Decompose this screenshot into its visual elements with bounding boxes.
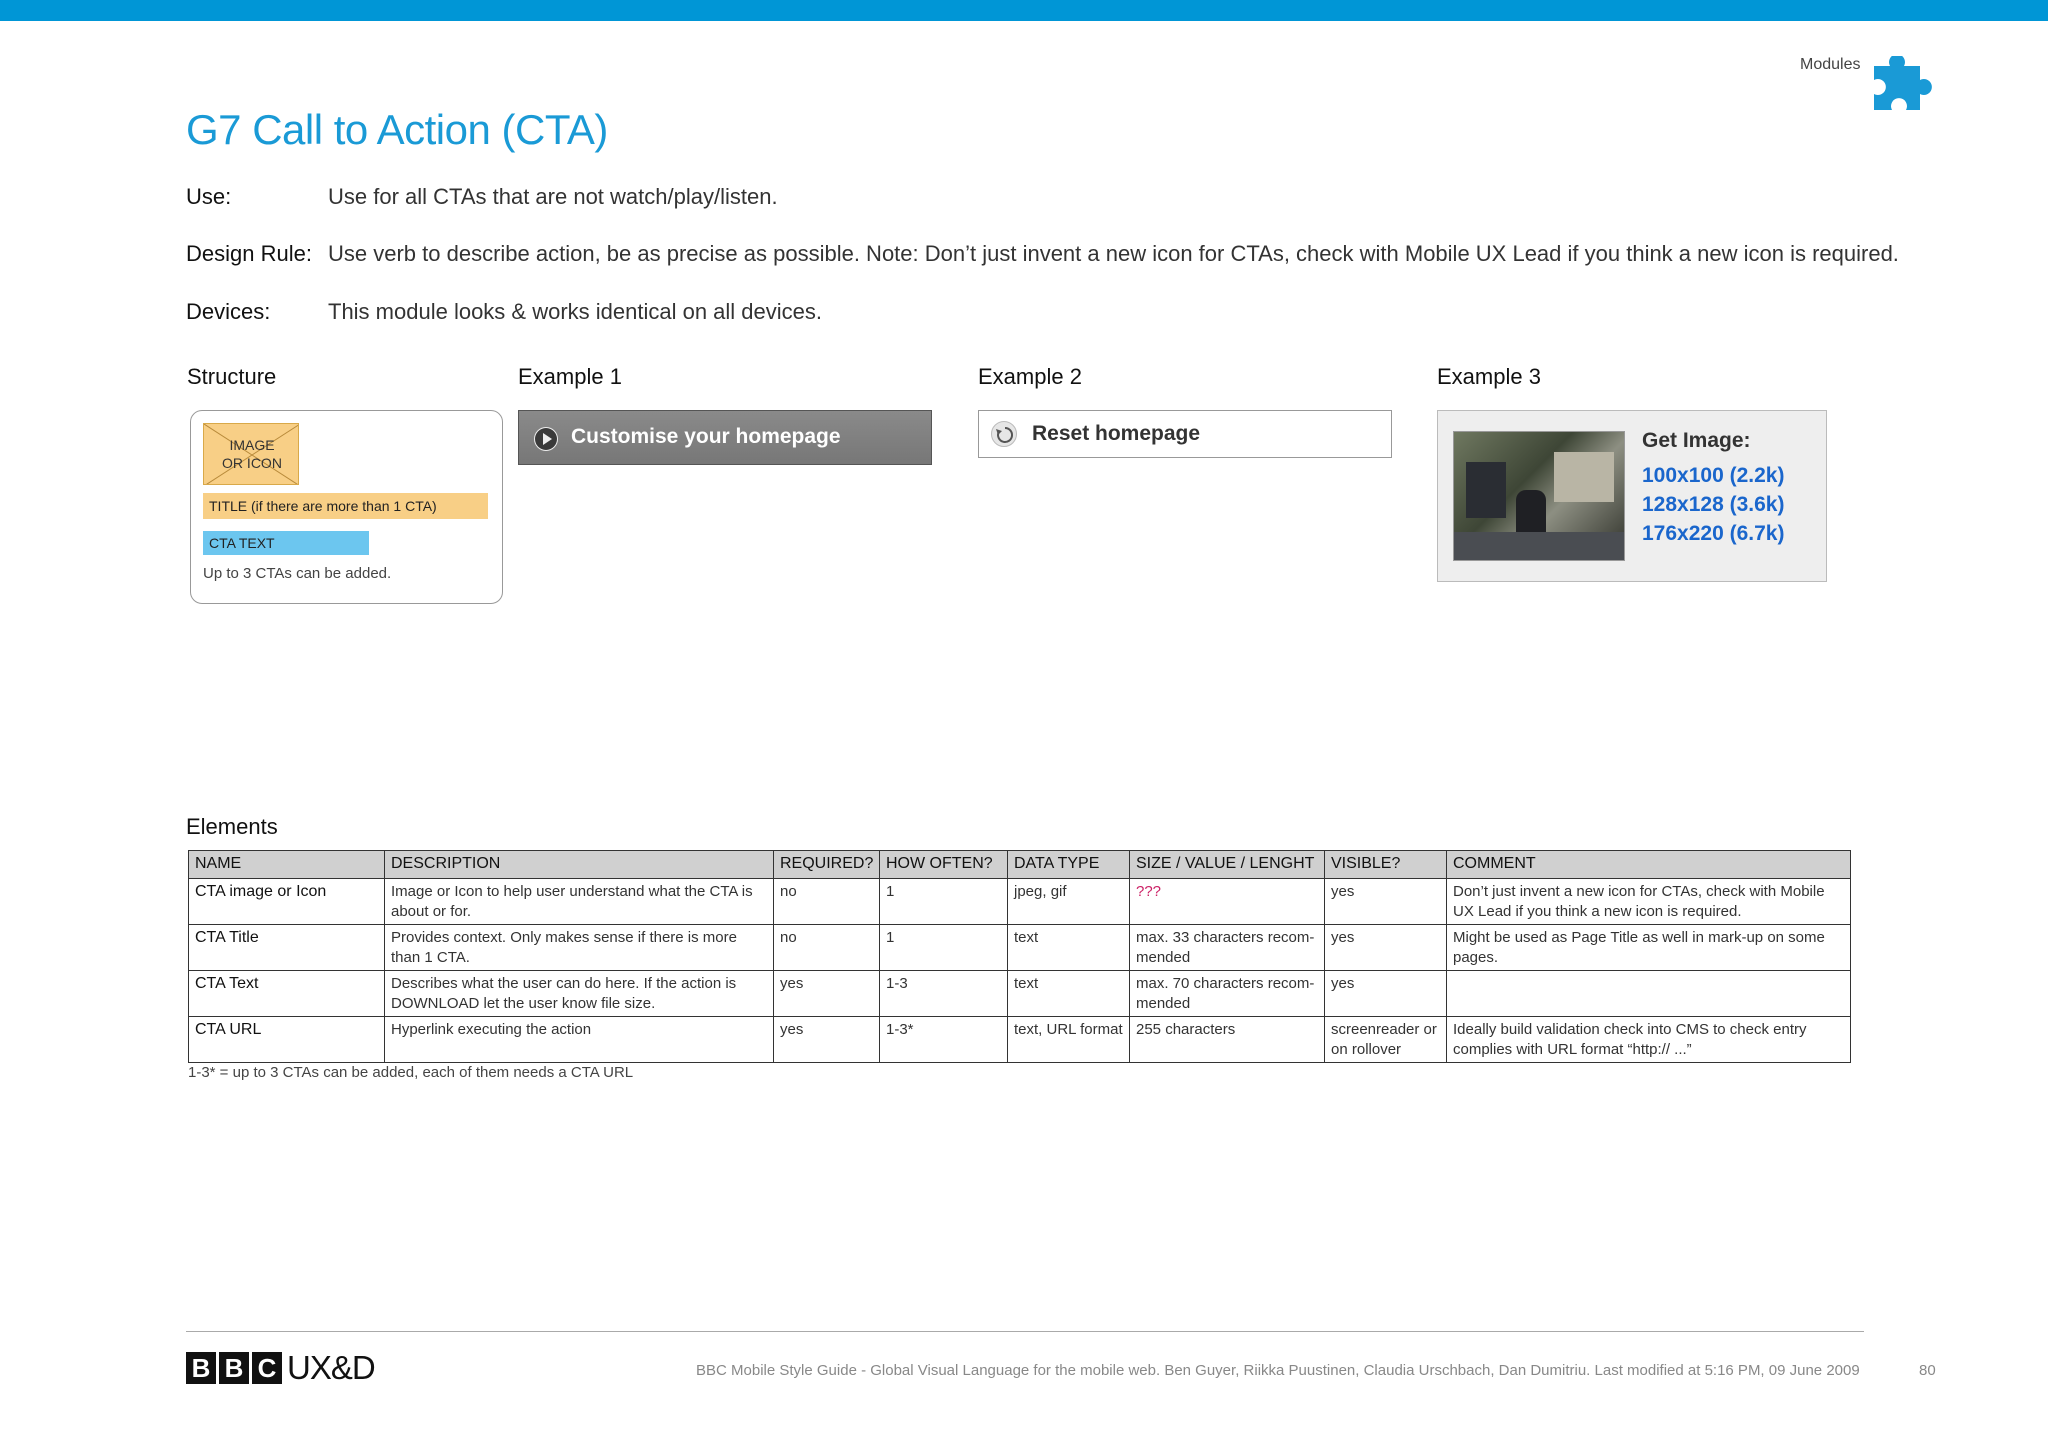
table-cell: text xyxy=(1007,924,1130,971)
table-cell: max. 33 characters recom-mended xyxy=(1129,924,1325,971)
image-link-128[interactable]: 128x128 (3.6k) xyxy=(1642,493,1784,517)
section-label: Modules xyxy=(1800,56,1861,73)
title-placeholder: TITLE (if there are more than 1 CTA) xyxy=(203,493,488,519)
table-footnote: 1-3* = up to 3 CTAs can be added, each o… xyxy=(188,1064,634,1081)
footer-divider xyxy=(186,1331,1864,1332)
table-cell: CTA Title xyxy=(188,924,385,971)
structure-diagram: IMAGE OR ICON TITLE (if there are more t… xyxy=(190,410,503,604)
image-placeholder: IMAGE OR ICON xyxy=(203,423,299,485)
image-link-100[interactable]: 100x100 (2.2k) xyxy=(1642,464,1784,488)
table-cell: CTA URL xyxy=(188,1016,385,1063)
column-header: REQUIRED? xyxy=(773,850,880,879)
table-cell: 1 xyxy=(879,924,1008,971)
table-cell: CTA Text xyxy=(188,970,385,1017)
logo-letter: B xyxy=(186,1352,216,1384)
table-cell: yes xyxy=(773,1016,880,1063)
column-header: HOW OFTEN? xyxy=(879,850,1008,879)
rule-text: This module looks & works identical on a… xyxy=(328,299,823,324)
example3-heading: Example 3 xyxy=(1437,364,1541,389)
table-cell: ??? xyxy=(1129,878,1325,925)
reset-icon xyxy=(991,421,1017,447)
table-cell: Provides context. Only makes sense if th… xyxy=(384,924,774,971)
table-cell: CTA image or Icon xyxy=(188,878,385,925)
footer-credits: BBC Mobile Style Guide - Global Visual L… xyxy=(696,1362,1860,1379)
structure-note: Up to 3 CTAs can be added. xyxy=(203,565,392,582)
column-header: DESCRIPTION xyxy=(384,850,774,879)
cta-text-placeholder: CTA TEXT xyxy=(203,531,369,555)
rule-text: Use for all CTAs that are not watch/play… xyxy=(328,184,778,209)
rule-label: Design Rule: xyxy=(186,241,312,266)
image-placeholder-line2: OR ICON xyxy=(222,455,282,471)
image-placeholder-line1: IMAGE xyxy=(229,437,275,453)
puzzle-piece-icon xyxy=(1874,56,1932,110)
table-cell: 1-3 xyxy=(879,970,1008,1017)
reset-homepage-label: Reset homepage xyxy=(1032,422,1201,445)
top-accent-bar xyxy=(0,0,2048,21)
table-cell: no xyxy=(773,878,880,925)
table-cell: Might be used as Page Title as well in m… xyxy=(1446,924,1851,971)
page-number: 80 xyxy=(1919,1362,1936,1379)
rule-text: Use verb to describe action, be as preci… xyxy=(328,241,1899,266)
table-cell: text, URL format xyxy=(1007,1016,1130,1063)
table-header-row: NAME DESCRIPTION REQUIRED? HOW OFTEN? DA… xyxy=(188,850,1851,879)
column-header: VISIBLE? xyxy=(1324,850,1447,879)
page-title: G7 Call to Action (CTA) xyxy=(186,106,608,153)
column-header: SIZE / VALUE / LENGHT xyxy=(1129,850,1325,879)
table-cell: yes xyxy=(773,970,880,1017)
table-cell: Image or Icon to help user understand wh… xyxy=(384,878,774,925)
column-header: DATA TYPE xyxy=(1007,850,1130,879)
table-cell: Describes what the user can do here. If … xyxy=(384,970,774,1017)
logo-letter: B xyxy=(219,1352,249,1384)
logo-letter: C xyxy=(252,1352,282,1384)
rule-label: Use: xyxy=(186,184,232,209)
image-link-176[interactable]: 176x220 (6.7k) xyxy=(1642,522,1784,546)
example1-heading: Example 1 xyxy=(518,364,622,389)
table-cell: yes xyxy=(1324,878,1447,925)
reset-homepage-button[interactable]: Reset homepage xyxy=(978,410,1392,458)
play-arrow-icon xyxy=(534,427,558,451)
table-cell: Ideally build validation check into CMS … xyxy=(1446,1016,1851,1063)
customise-homepage-button[interactable]: Customise your homepage xyxy=(518,410,932,465)
table-cell: 1-3* xyxy=(879,1016,1008,1063)
get-image-module: Get Image: 100x100 (2.2k) 128x128 (3.6k)… xyxy=(1437,410,1827,582)
table-cell: yes xyxy=(1324,970,1447,1017)
table-cell: Don’t just invent a new icon for CTAs, c… xyxy=(1446,878,1851,925)
structure-heading: Structure xyxy=(187,364,277,389)
get-image-heading: Get Image: xyxy=(1642,429,1751,452)
bbc-uxd-logo: B B C UX&D xyxy=(186,1349,376,1386)
table-row: CTA image or Icon Image or Icon to help … xyxy=(188,878,1851,925)
table-row: CTA Text Describes what the user can do … xyxy=(188,970,1851,1017)
table-cell: jpeg, gif xyxy=(1007,878,1130,925)
table-cell: screenreader or on rollover xyxy=(1324,1016,1447,1063)
table-row: CTA Title Provides context. Only makes s… xyxy=(188,924,1851,971)
table-cell: 1 xyxy=(879,878,1008,925)
rule-label: Devices: xyxy=(186,299,271,324)
column-header: NAME xyxy=(188,850,385,879)
column-header: COMMENT xyxy=(1446,850,1851,879)
table-cell: no xyxy=(773,924,880,971)
elements-table: NAME DESCRIPTION REQUIRED? HOW OFTEN? DA… xyxy=(188,850,1851,1063)
table-cell: Hyperlink executing the action xyxy=(384,1016,774,1063)
table-cell: yes xyxy=(1324,924,1447,971)
customise-homepage-label: Customise your homepage xyxy=(571,425,841,448)
table-cell xyxy=(1446,970,1851,1017)
table-cell: 255 characters xyxy=(1129,1016,1325,1063)
table-cell: max. 70 characters recom-mended xyxy=(1129,970,1325,1017)
thumbnail-image xyxy=(1453,431,1625,561)
logo-suffix: UX&D xyxy=(287,1349,376,1386)
elements-heading: Elements xyxy=(186,814,278,839)
example2-heading: Example 2 xyxy=(978,364,1082,389)
table-cell: text xyxy=(1007,970,1130,1017)
table-row: CTA URL Hyperlink executing the action y… xyxy=(188,1016,1851,1063)
